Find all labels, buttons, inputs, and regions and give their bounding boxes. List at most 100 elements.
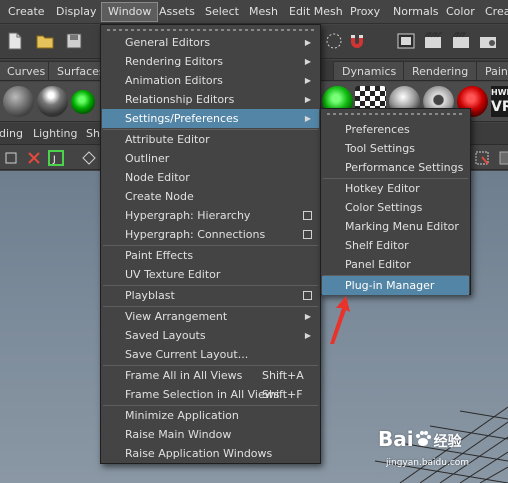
svg-text:J: J [52, 155, 56, 165]
lasso-icon[interactable] [322, 29, 346, 53]
shelf-tab-curves[interactable]: Curves [0, 61, 55, 80]
xray-icon[interactable] [496, 149, 508, 167]
menu-item-label: Raise Application Windows [125, 447, 273, 460]
menu-item-create-node[interactable]: Create Node [102, 187, 319, 206]
menu-item-saved-layouts[interactable]: Saved Layouts ▶ [102, 326, 319, 345]
submenu-item-hotkey-editor[interactable]: Hotkey Editor [322, 179, 469, 198]
save-icon[interactable] [62, 29, 86, 53]
menu-normals[interactable]: Normals [387, 2, 445, 22]
submenu-item-plug-in-manager[interactable]: Plug-in Manager [322, 276, 469, 295]
panel-menu-shading[interactable]: ding [0, 126, 23, 142]
render-view-icon[interactable] [394, 29, 418, 53]
submenu-arrow-icon: ▶ [304, 76, 311, 85]
shelf-tab-paint[interactable]: Paint [476, 61, 508, 80]
hardware-render-icon[interactable]: HWI VR [491, 86, 508, 117]
submenu-arrow-icon: ▶ [304, 331, 311, 340]
watermark-brand-bai: Bai [378, 427, 414, 451]
camera-attributes-icon[interactable] [25, 149, 43, 167]
menu-item-label: Relationship Editors [125, 93, 235, 106]
menu-item-relationship-editors[interactable]: Relationship Editors ▶ [102, 90, 319, 109]
render-settings-icon[interactable] [476, 29, 500, 53]
baidu-jingyan-watermark: Bai 经验 jingyan.baidu.com [378, 427, 506, 479]
menu-proxy[interactable]: Proxy [344, 2, 386, 22]
magnet-icon[interactable] [345, 29, 369, 53]
menu-item-label: Paint Effects [125, 249, 194, 262]
menu-item-paint-effects[interactable]: Paint Effects [102, 246, 319, 265]
menu-create[interactable]: Create [2, 2, 51, 22]
menu-item-label: Attribute Editor [125, 133, 210, 146]
menu-item-attribute-editor[interactable]: Attribute Editor [102, 130, 319, 149]
menu-item-settings-preferences[interactable]: Settings/Preferences ▶ [102, 109, 319, 128]
isolate-select-icon[interactable] [474, 149, 492, 167]
render-icon[interactable] [421, 29, 445, 53]
option-box-icon[interactable] [303, 291, 312, 300]
menu-item-label: View Arrangement [125, 310, 228, 323]
light-icon[interactable] [71, 90, 95, 114]
menu-item-node-editor[interactable]: Node Editor [102, 168, 319, 187]
paw-icon [415, 431, 431, 446]
menu-assets[interactable]: Assets [153, 2, 201, 22]
menu-item-label: Shelf Editor [345, 239, 409, 252]
film-gate-icon[interactable]: J [47, 149, 65, 167]
option-box-icon[interactable] [303, 230, 312, 239]
menu-item-label: Saved Layouts [125, 329, 206, 342]
submenu-item-tool-settings[interactable]: Tool Settings [322, 139, 469, 158]
menu-item-raise-application-windows[interactable]: Raise Application Windows [102, 444, 319, 463]
submenu-item-preferences[interactable]: Preferences [322, 120, 469, 139]
menu-mesh[interactable]: Mesh [243, 2, 284, 22]
open-folder-icon[interactable] [33, 29, 57, 53]
menu-item-save-current-layout[interactable]: Save Current Layout... [102, 345, 319, 364]
shelf-tab-dynamics[interactable]: Dynamics [333, 61, 406, 80]
menu-item-label: Hotkey Editor [345, 182, 420, 195]
menu-item-label: Preferences [345, 123, 410, 136]
main-menubar: Create Display Window Assets Select Mesh… [0, 0, 508, 24]
menu-create-2[interactable]: Crea [479, 2, 508, 22]
menu-item-general-editors[interactable]: General Editors ▶ [102, 33, 319, 52]
hw-badge-bottom: VR [491, 99, 508, 115]
menu-tearoff[interactable] [327, 113, 464, 115]
menu-window[interactable]: Window [101, 2, 159, 22]
menu-item-hypergraph-hierarchy[interactable]: Hypergraph: Hierarchy [102, 206, 319, 225]
menu-color[interactable]: Color [440, 2, 481, 22]
menu-edit-mesh[interactable]: Edit Mesh [283, 2, 349, 22]
wireframe-icon[interactable] [80, 149, 98, 167]
menu-item-uv-texture-editor[interactable]: UV Texture Editor [102, 265, 319, 284]
submenu-item-color-settings[interactable]: Color Settings [322, 198, 469, 217]
settings-preferences-submenu: Preferences Tool Settings Performance Se… [320, 108, 471, 295]
menu-item-label: Outliner [125, 152, 170, 165]
submenu-item-performance-settings[interactable]: Performance Settings [322, 158, 469, 177]
submenu-item-marking-menu-editor[interactable]: Marking Menu Editor [322, 217, 469, 236]
menu-item-label: UV Texture Editor [125, 268, 221, 281]
menu-item-label: Settings/Preferences [125, 112, 239, 125]
select-camera-icon[interactable] [2, 149, 20, 167]
ipr-render-icon[interactable] [449, 29, 473, 53]
menu-item-hypergraph-connections[interactable]: Hypergraph: Connections [102, 225, 319, 244]
new-scene-icon[interactable] [3, 29, 27, 53]
menu-item-frame-all-in-all-views[interactable]: Frame All in All Views Shift+A [102, 366, 319, 385]
panel-menu-lighting[interactable]: Lighting [33, 126, 77, 142]
menu-item-animation-editors[interactable]: Animation Editors ▶ [102, 71, 319, 90]
annotation-arrow-icon [330, 296, 350, 344]
menu-item-outliner[interactable]: Outliner [102, 149, 319, 168]
menu-item-playblast[interactable]: Playblast [102, 286, 319, 305]
menu-item-label: Marking Menu Editor [345, 220, 459, 233]
submenu-item-panel-editor[interactable]: Panel Editor [322, 255, 469, 274]
menu-select[interactable]: Select [199, 2, 245, 22]
shelf-tab-rendering[interactable]: Rendering [403, 61, 478, 80]
menu-item-minimize-application[interactable]: Minimize Application [102, 406, 319, 425]
window-menu-dropdown: General Editors ▶ Rendering Editors ▶ Anim… [100, 24, 321, 464]
menu-item-label: Tool Settings [345, 142, 415, 155]
menu-display[interactable]: Display [50, 2, 103, 22]
menu-tearoff[interactable] [107, 29, 314, 31]
menu-item-rendering-editors[interactable]: Rendering Editors ▶ [102, 52, 319, 71]
submenu-item-shelf-editor[interactable]: Shelf Editor [322, 236, 469, 255]
sphere-shader-icon[interactable] [3, 86, 34, 117]
menu-item-raise-main-window[interactable]: Raise Main Window [102, 425, 319, 444]
hw-badge-top: HWI [491, 88, 508, 97]
blinn-shader-icon[interactable] [37, 86, 68, 117]
menu-item-frame-selection-in-all-views[interactable]: Frame Selection in All Views Shift+F [102, 385, 319, 404]
submenu-arrow-icon: ▶ [304, 38, 311, 47]
option-box-icon[interactable] [303, 211, 312, 220]
menu-item-label: Performance Settings [345, 161, 464, 174]
menu-item-view-arrangement[interactable]: View Arrangement ▶ [102, 307, 319, 326]
